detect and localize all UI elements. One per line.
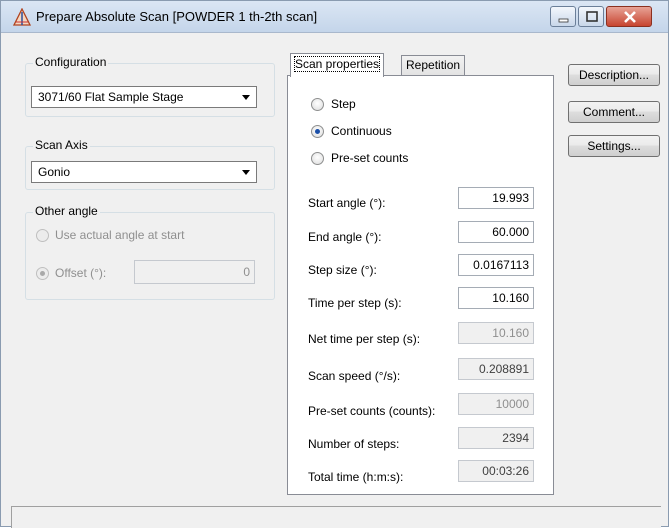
dropdown-arrow-icon xyxy=(242,170,250,175)
maximize-button[interactable] xyxy=(578,6,604,27)
tab-repetition[interactable]: Repetition xyxy=(401,55,466,75)
minimize-button[interactable] xyxy=(550,6,576,27)
preset-counts-label: Pre-set counts (counts): xyxy=(308,404,436,418)
step-size-input[interactable]: 0.0167113 xyxy=(458,254,534,276)
other-angle-group-title: Other angle xyxy=(33,204,100,218)
dropdown-arrow-icon xyxy=(242,95,250,100)
scan-speed-field: 0.208891 xyxy=(458,358,534,380)
minimize-icon xyxy=(558,18,569,23)
configuration-group-title: Configuration xyxy=(33,55,109,69)
total-time-field: 00:03:26 xyxy=(458,460,534,482)
offset-label: Offset (°): xyxy=(55,266,107,280)
scan-speed-label: Scan speed (°/s): xyxy=(308,369,401,383)
preset-counts-field: 10000 xyxy=(458,393,534,415)
close-icon xyxy=(624,11,636,23)
other-angle-group xyxy=(25,212,275,300)
scan-axis-group-title: Scan Axis xyxy=(33,138,90,152)
start-angle-label: Start angle (°): xyxy=(308,196,386,210)
use-actual-angle-radio[interactable] xyxy=(36,229,49,242)
tab-repetition-label: Repetition xyxy=(406,58,461,72)
preset-counts-mode-radio[interactable] xyxy=(311,152,324,165)
total-time-label: Total time (h:m:s): xyxy=(308,470,404,484)
time-per-step-label: Time per step (s): xyxy=(308,296,402,310)
close-button[interactable] xyxy=(606,6,652,27)
net-time-per-step-label: Net time per step (s): xyxy=(308,332,421,346)
title-bar[interactable]: Prepare Absolute Scan [POWDER 1 th-2th s… xyxy=(1,1,668,33)
window-title: Prepare Absolute Scan [POWDER 1 th-2th s… xyxy=(36,9,318,24)
continuous-mode-radio[interactable] xyxy=(311,125,324,138)
step-mode-radio[interactable] xyxy=(311,98,324,111)
comment-button[interactable]: Comment... xyxy=(568,101,660,123)
continuous-mode-label: Continuous xyxy=(331,124,392,138)
step-size-label: Step size (°): xyxy=(308,263,377,277)
offset-radio[interactable] xyxy=(36,267,49,280)
app-triangle-icon xyxy=(13,8,31,26)
preset-counts-mode-label: Pre-set counts xyxy=(331,151,409,165)
offset-field[interactable]: 0 xyxy=(134,260,255,284)
number-of-steps-label: Number of steps: xyxy=(308,437,400,451)
scan-axis-select[interactable]: Gonio xyxy=(31,161,257,183)
status-bar xyxy=(11,506,661,528)
start-angle-input[interactable]: 19.993 xyxy=(458,187,534,209)
configuration-select[interactable]: 3071/60 Flat Sample Stage xyxy=(31,86,257,108)
prepare-scan-dialog: Prepare Absolute Scan [POWDER 1 th-2th s… xyxy=(0,0,669,528)
net-time-per-step-field: 10.160 xyxy=(458,322,534,344)
time-per-step-input[interactable]: 10.160 xyxy=(458,287,534,309)
scan-axis-selected-value: Gonio xyxy=(38,165,71,179)
tab-scan-properties-label: Scan properties xyxy=(293,56,381,72)
step-mode-label: Step xyxy=(331,97,356,111)
maximize-icon xyxy=(586,11,598,22)
tab-scan-properties[interactable]: Scan properties xyxy=(290,53,385,77)
settings-button[interactable]: Settings... xyxy=(568,135,660,157)
end-angle-input[interactable]: 60.000 xyxy=(458,221,534,243)
description-button[interactable]: Description... xyxy=(568,64,660,86)
use-actual-angle-label: Use actual angle at start xyxy=(55,228,185,242)
end-angle-label: End angle (°): xyxy=(308,230,382,244)
number-of-steps-field: 2394 xyxy=(458,427,534,449)
configuration-selected-value: 3071/60 Flat Sample Stage xyxy=(38,90,184,104)
